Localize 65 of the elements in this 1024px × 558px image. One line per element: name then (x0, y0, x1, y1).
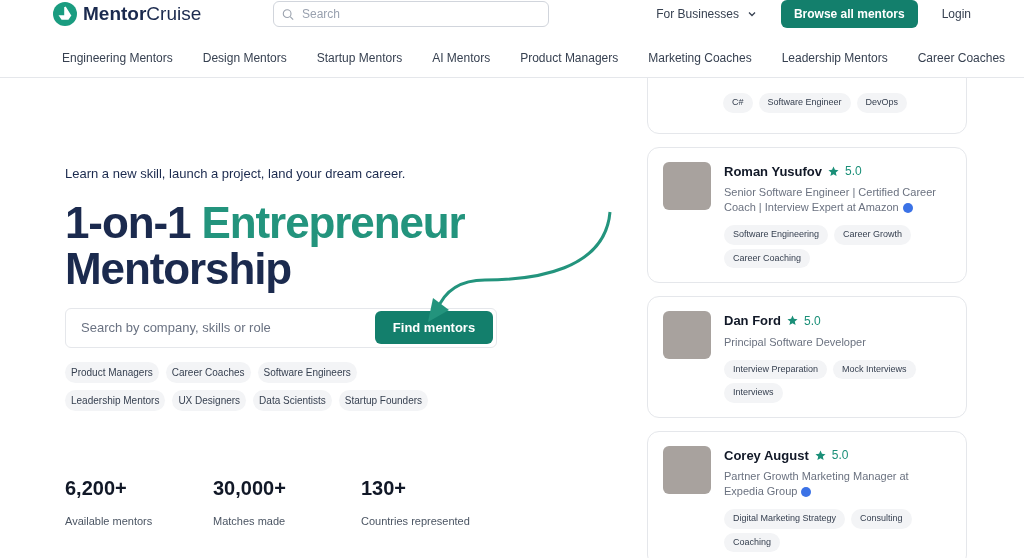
category-chip[interactable]: Data Scientists (253, 389, 332, 411)
skill-tag: Digital Marketing Strategy (724, 509, 846, 529)
skill-tag: Interviews (724, 383, 783, 403)
rating-text: 5.0 (845, 163, 862, 181)
skill-tag: Mock Interviews (833, 359, 916, 379)
stat-value: 6,200+ (65, 475, 128, 501)
nav-link[interactable]: Product Managers (520, 49, 619, 67)
mentor-card[interactable]: C# Software Engineer DevOps (647, 78, 967, 134)
star-icon (828, 165, 839, 177)
stat-label: Available mentors (65, 513, 154, 529)
mentor-name[interactable]: Roman Yusufov (724, 161, 822, 181)
star-icon (814, 449, 826, 461)
search-icon (282, 7, 294, 21)
browse-all-mentors-button[interactable]: Browse all mentors (780, 0, 918, 28)
nav-link[interactable]: Career Coaches (917, 49, 1006, 67)
skill-tag: Software Engineer (758, 93, 851, 113)
nav-link[interactable]: Marketing Coaches (648, 49, 752, 67)
mentor-card[interactable]: Dan Ford 5.0 Principal Software Developer Interview Preparation Mock Interviews Interviews (647, 296, 967, 418)
mentor-search-bar[interactable]: Search by company, skills or role Find mentors (65, 307, 497, 348)
mentor-title: Senior Software Engineer | Certified Career Coach | Interview Expert at Amazon (724, 185, 937, 215)
category-chip[interactable]: Leadership Mentors (65, 389, 166, 411)
for-businesses-menu[interactable]: For Businesses (656, 5, 757, 23)
photo-placeholder (663, 161, 711, 210)
nav-link[interactable]: Leadership Mentors (781, 49, 888, 67)
category-chip[interactable]: Career Coaches (165, 361, 251, 383)
mentor-search-input[interactable]: Search by company, skills or role (81, 308, 375, 347)
skill-tag: Career Growth (834, 225, 912, 245)
skill-tag: Career Coaching (724, 248, 811, 268)
caret-icon (746, 9, 757, 19)
tagline: Learn a new skill, launch a project, land your dream career. (65, 165, 407, 183)
skill-tag: DevOps (856, 93, 908, 113)
stat-value: 130+ (361, 475, 408, 501)
category-chip[interactable]: Product Managers (65, 361, 159, 383)
nav-link[interactable]: Engineering Mentors (62, 49, 173, 67)
nav-link[interactable]: Startup Mentors (316, 49, 403, 67)
nav-link[interactable]: Design Mentors (202, 49, 287, 67)
skill-tag: C# (723, 93, 753, 113)
stat-label: Matches made (213, 513, 287, 529)
mentor-card[interactable]: Roman Yusufov 5.0 Senior Software Engineer | Certified Career Coach | Interview Expert at Amazon Software Engineering Career Growth Career Coaching (647, 146, 967, 283)
mentor-name[interactable]: Corey August (724, 445, 809, 465)
mentor-name[interactable]: Dan Ford (724, 311, 782, 331)
logo-text[interactable]: MentorCruise (83, 0, 202, 29)
photo-placeholder (663, 311, 711, 359)
rating-text: 5.0 (831, 447, 849, 465)
search-field[interactable]: Search (273, 1, 550, 27)
category-chip[interactable]: Software Engineers (257, 361, 357, 383)
skill-tag: Software Engineering (724, 225, 829, 245)
mentor-title: Partner Growth Marketing Manager at Expedia Group (724, 469, 910, 499)
nav-link[interactable]: AI Mentors (432, 49, 491, 67)
star-icon (787, 315, 799, 327)
search-input[interactable]: Search (302, 2, 541, 26)
mentor-title: Principal Software Developer (724, 334, 867, 350)
mentor-card[interactable]: Corey August 5.0 Partner Growth Marketing Manager at Expedia Group Digital Marketing Strategy Consulting Coaching (647, 430, 967, 558)
sailboat-logo-icon[interactable] (53, 2, 77, 26)
skill-tag: Coaching (724, 532, 781, 552)
stat-label: Countries represented (361, 513, 471, 529)
skill-tag: Consulting (851, 509, 912, 529)
category-chip[interactable]: Startup Founders (338, 389, 429, 411)
skill-tag: Interview Preparation (724, 359, 828, 379)
category-chip[interactable]: UX Designers (172, 389, 247, 411)
find-mentors-button[interactable]: Find mentors (375, 311, 493, 344)
stat-value: 30,000+ (213, 475, 287, 501)
login-link[interactable]: Login (941, 5, 971, 23)
rating-text: 5.0 (804, 312, 821, 330)
photo-placeholder (663, 445, 711, 494)
